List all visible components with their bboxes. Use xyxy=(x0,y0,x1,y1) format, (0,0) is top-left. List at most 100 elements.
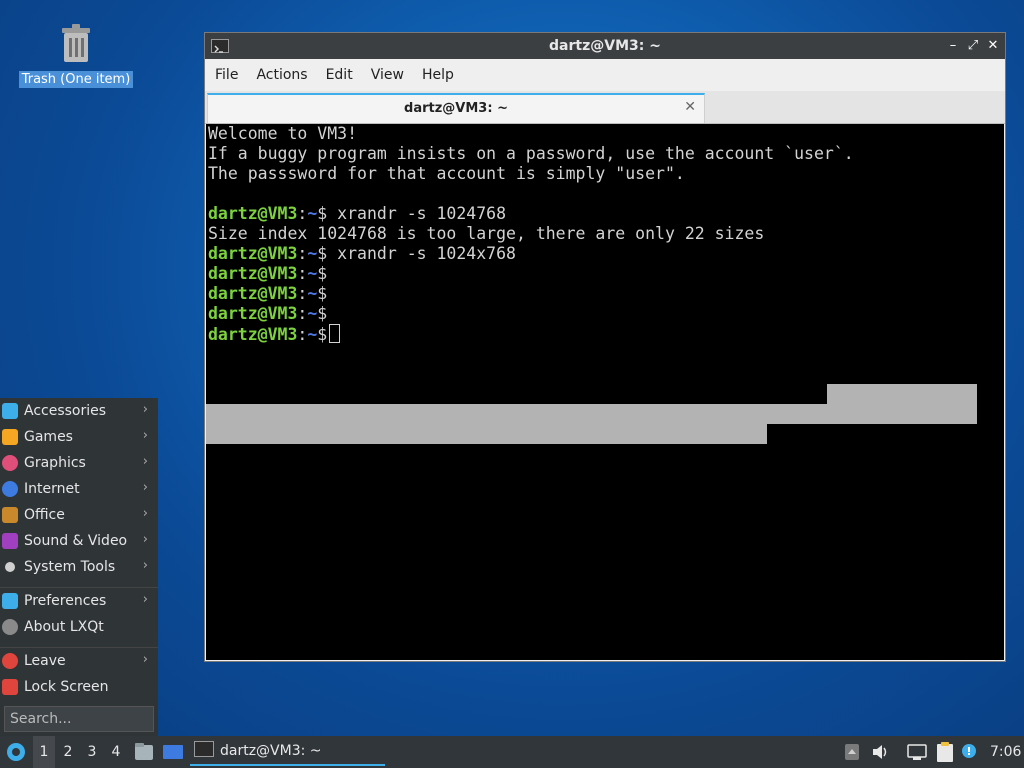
minimize-button[interactable]: – xyxy=(943,36,963,56)
close-button[interactable]: ✕ xyxy=(983,36,1003,56)
clipboard-icon[interactable] xyxy=(934,736,956,768)
terminal-output[interactable]: Welcome to VM3! If a buggy program insis… xyxy=(206,124,1004,660)
chevron-right-icon: › xyxy=(142,592,148,607)
trash-desktop-icon[interactable]: Trash (One item) xyxy=(18,22,134,88)
prompt-symbol: $ xyxy=(317,204,328,223)
desktop-switch-2[interactable]: 2 xyxy=(57,736,79,768)
terminal-window[interactable]: dartz@VM3: ~ – ⤢ ✕ File Actions Edit Vie… xyxy=(204,32,1006,662)
prompt-sep: : xyxy=(297,244,308,263)
main-menu-button[interactable] xyxy=(4,736,30,768)
chevron-right-icon: › xyxy=(142,454,148,469)
tray-up-arrow-icon[interactable] xyxy=(844,736,860,768)
prompt-line: dartz@VM3:~$ xrandr -s 1024x768 xyxy=(206,244,1004,264)
tab-bar: dartz@VM3: ~ ✕ xyxy=(205,91,1005,124)
prompt-user: dartz@VM3 xyxy=(208,204,298,223)
trash-label: Trash (One item) xyxy=(18,71,134,88)
menu-item-games[interactable]: Games › xyxy=(0,424,158,450)
lxqt-logo-icon xyxy=(7,743,25,761)
network-icon[interactable] xyxy=(906,736,928,768)
motd-line: If a buggy program insists on a password… xyxy=(208,144,854,163)
accessories-icon xyxy=(2,403,18,419)
taskbar: 1 2 3 4 dartz@VM3: ~ 7:06 xyxy=(0,736,1024,768)
prompt-line-active: dartz@VM3:~$ xyxy=(206,324,1004,344)
menu-separator xyxy=(0,640,158,648)
menu-item-lock-screen[interactable]: Lock Screen xyxy=(0,674,158,700)
tab-title: dartz@VM3: ~ xyxy=(404,101,508,116)
office-icon xyxy=(2,507,18,523)
prompt-sep: : xyxy=(297,264,308,283)
sound-video-icon xyxy=(2,533,18,549)
start-menu: Accessories › Games › Graphics › Internet › … xyxy=(0,398,158,736)
tab-terminal[interactable]: dartz@VM3: ~ ✕ xyxy=(207,93,705,123)
render-artifact xyxy=(206,424,767,444)
chevron-right-icon: › xyxy=(142,558,148,573)
prompt-user: dartz@VM3 xyxy=(208,304,298,323)
command-text: xrandr -s 1024768 xyxy=(327,204,507,223)
menu-item-accessories[interactable]: Accessories › xyxy=(0,398,158,424)
prompt-user: dartz@VM3 xyxy=(208,264,298,283)
prompt-path: ~ xyxy=(307,264,318,283)
maximize-button[interactable]: ⤢ xyxy=(963,36,983,56)
motd-line: The passsword for that account is simply… xyxy=(208,164,685,183)
menu-item-sound-video[interactable]: Sound & Video › xyxy=(0,528,158,554)
menu-item-graphics[interactable]: Graphics › xyxy=(0,450,158,476)
prompt-path: ~ xyxy=(307,325,318,344)
chevron-right-icon: › xyxy=(142,506,148,521)
prompt-symbol: $ xyxy=(317,244,328,263)
info-icon xyxy=(2,619,18,635)
volume-icon[interactable] xyxy=(870,736,890,768)
menu-search-input[interactable]: Search... xyxy=(4,706,154,732)
prompt-path: ~ xyxy=(307,204,318,223)
menu-actions[interactable]: Actions xyxy=(246,67,315,83)
graphics-icon xyxy=(2,455,18,471)
prompt-user: dartz@VM3 xyxy=(208,325,298,344)
menu-item-preferences[interactable]: Preferences › xyxy=(0,588,158,614)
desktop-switch-1[interactable]: 1 xyxy=(33,736,55,768)
motd-line: Welcome to VM3! xyxy=(208,124,358,143)
prompt-path: ~ xyxy=(307,284,318,303)
desktop-switch-4[interactable]: 4 xyxy=(105,736,127,768)
taskbar-button-terminal[interactable]: dartz@VM3: ~ xyxy=(190,738,385,766)
prompt-line: dartz@VM3:~$ xyxy=(206,264,1004,284)
command-text: xrandr -s 1024x768 xyxy=(327,244,516,263)
preferences-icon xyxy=(2,593,18,609)
show-desktop-icon[interactable] xyxy=(162,736,184,768)
prompt-path: ~ xyxy=(307,304,318,323)
file-manager-icon[interactable] xyxy=(134,736,154,768)
menu-item-system-tools[interactable]: System Tools › xyxy=(0,554,158,580)
menu-view[interactable]: View xyxy=(361,67,412,83)
prompt-sep: : xyxy=(297,325,308,344)
menubar: File Actions Edit View Help xyxy=(205,59,1005,91)
clock[interactable]: 7:06 xyxy=(990,736,1021,768)
chevron-right-icon: › xyxy=(142,652,148,667)
prompt-symbol: $ xyxy=(317,325,328,344)
text-cursor xyxy=(329,324,341,343)
command-output: Size index 1024768 is too large, there a… xyxy=(208,224,765,243)
menu-item-leave[interactable]: Leave › xyxy=(0,648,158,674)
menu-separator xyxy=(0,580,158,588)
trash-icon xyxy=(58,22,94,64)
chevron-right-icon: › xyxy=(142,532,148,547)
menu-item-internet[interactable]: Internet › xyxy=(0,476,158,502)
window-titlebar[interactable]: dartz@VM3: ~ – ⤢ ✕ xyxy=(205,33,1005,59)
chevron-right-icon: › xyxy=(142,428,148,443)
prompt-line: dartz@VM3:~$ xyxy=(206,304,1004,324)
render-artifact xyxy=(206,404,827,424)
internet-icon xyxy=(2,481,18,497)
desktop-switch-3[interactable]: 3 xyxy=(81,736,103,768)
chevron-right-icon: › xyxy=(142,480,148,495)
prompt-sep: : xyxy=(297,304,308,323)
tab-close-icon[interactable]: ✕ xyxy=(684,99,696,115)
prompt-symbol: $ xyxy=(317,264,328,283)
games-icon xyxy=(2,429,18,445)
menu-help[interactable]: Help xyxy=(412,67,462,83)
notification-icon[interactable] xyxy=(960,736,980,768)
window-title: dartz@VM3: ~ xyxy=(549,38,661,54)
menu-item-office[interactable]: Office › xyxy=(0,502,158,528)
menu-file[interactable]: File xyxy=(205,67,246,83)
prompt-user: dartz@VM3 xyxy=(208,284,298,303)
chevron-right-icon: › xyxy=(142,402,148,417)
menu-item-about[interactable]: About LXQt xyxy=(0,614,158,640)
menu-edit[interactable]: Edit xyxy=(316,67,361,83)
